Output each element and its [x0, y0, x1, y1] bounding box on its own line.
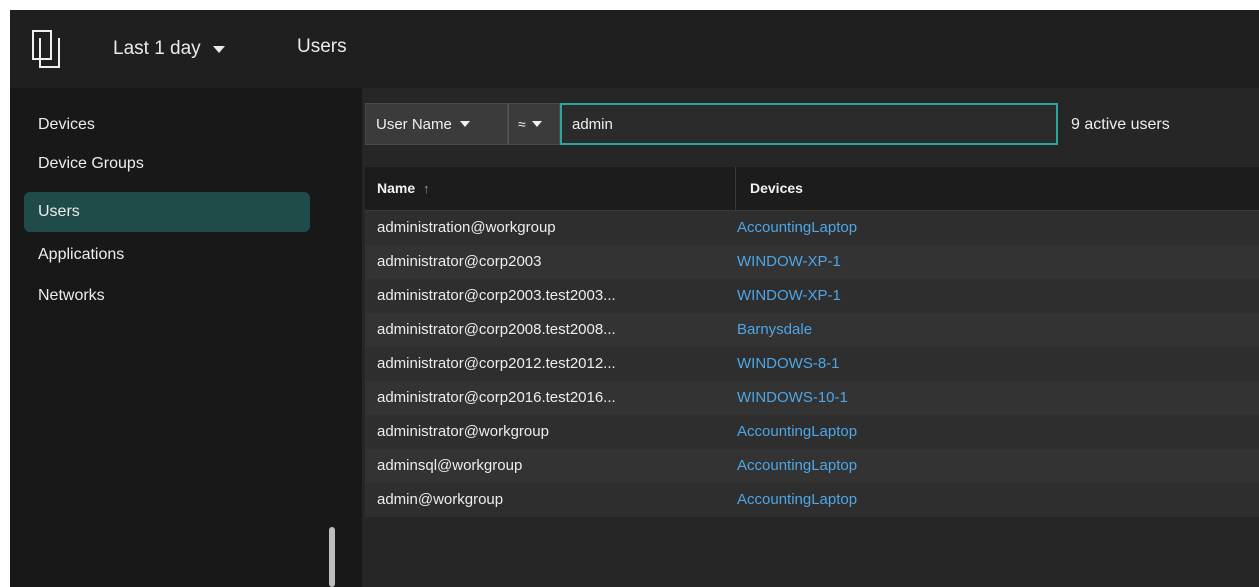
- device-link[interactable]: Barnysdale: [737, 313, 812, 347]
- sidebar-item-networks[interactable]: Networks: [24, 276, 310, 316]
- sidebar-item-label: Applications: [38, 246, 125, 263]
- user-name-cell: administrator@corp2008.test2008...: [377, 321, 616, 338]
- sidebar-item-label: Device Groups: [38, 155, 144, 172]
- sidebar-item-users[interactable]: Users: [24, 192, 310, 232]
- users-table: Name ↑ Devices administration@workgroup A…: [365, 167, 1259, 517]
- chevron-down-icon: [459, 121, 470, 127]
- column-header-label: Devices: [750, 180, 803, 196]
- table-row[interactable]: administrator@corp2003 WINDOW-XP-1: [365, 245, 1259, 279]
- device-link[interactable]: AccountingLaptop: [737, 415, 857, 449]
- filter-field-label: User Name: [376, 115, 452, 133]
- table-header: Name ↑ Devices: [365, 167, 1259, 211]
- table-row[interactable]: admin@workgroup AccountingLaptop: [365, 483, 1259, 517]
- sidebar-item-devices[interactable]: Devices: [24, 105, 310, 145]
- user-name-cell: administrator@corp2016.test2016...: [377, 389, 616, 406]
- table-row[interactable]: administrator@corp2003.test2003... WINDOW…: [365, 279, 1259, 313]
- user-name-cell: administrator@workgroup: [377, 423, 549, 440]
- page-title: Users: [297, 36, 347, 57]
- sort-ascending-icon: ↑: [423, 181, 430, 196]
- device-link[interactable]: WINDOW-XP-1: [737, 245, 841, 279]
- time-range-label: Last 1 day: [113, 38, 201, 59]
- table-row[interactable]: administrator@corp2008.test2008... Barnys…: [365, 313, 1259, 347]
- user-name-cell: administrator@corp2003.test2003...: [377, 287, 616, 304]
- user-name-cell: adminsql@workgroup: [377, 457, 523, 474]
- device-link[interactable]: WINDOW-XP-1: [737, 279, 841, 313]
- filter-field-select[interactable]: User Name: [365, 103, 508, 145]
- sidebar-item-applications[interactable]: Applications: [24, 235, 310, 275]
- device-link[interactable]: AccountingLaptop: [737, 449, 857, 483]
- user-name-cell: administration@workgroup: [377, 219, 556, 236]
- user-name-cell: administrator@corp2012.test2012...: [377, 355, 616, 372]
- column-header-devices[interactable]: Devices: [735, 167, 803, 210]
- search-input[interactable]: [560, 103, 1058, 145]
- table-row[interactable]: adminsql@workgroup AccountingLaptop: [365, 449, 1259, 483]
- sidebar-item-label: Users: [38, 203, 80, 220]
- table-row[interactable]: administrator@workgroup AccountingLaptop: [365, 415, 1259, 449]
- column-header-label: Name: [377, 180, 416, 196]
- chevron-down-icon: [531, 121, 542, 127]
- active-users-count: 9 active users: [1071, 116, 1170, 133]
- top-bar: Last 1 day Users: [10, 10, 1259, 88]
- filter-operator-select[interactable]: ≈: [508, 103, 560, 145]
- table-row[interactable]: administration@workgroup AccountingLaptop: [365, 211, 1259, 245]
- device-link[interactable]: WINDOWS-10-1: [737, 381, 848, 415]
- sidebar: Devices Device Groups Users Applications…: [10, 88, 362, 587]
- time-range-selector[interactable]: Last 1 day: [113, 36, 225, 62]
- device-link[interactable]: AccountingLaptop: [737, 211, 857, 245]
- sidebar-item-label: Networks: [38, 287, 105, 304]
- sidebar-scrollbar[interactable]: [329, 527, 335, 587]
- pages-logo-icon[interactable]: [32, 30, 60, 68]
- main-content: User Name ≈ 9 active users Name ↑ Device…: [362, 88, 1259, 587]
- table-row[interactable]: administrator@corp2012.test2012... WINDOW…: [365, 347, 1259, 381]
- chevron-down-icon: [212, 45, 225, 53]
- user-name-cell: administrator@corp2003: [377, 253, 542, 270]
- table-row[interactable]: administrator@corp2016.test2016... WINDOW…: [365, 381, 1259, 415]
- sidebar-item-device-groups[interactable]: Device Groups: [24, 144, 310, 184]
- column-header-name[interactable]: Name ↑: [377, 167, 722, 210]
- device-link[interactable]: WINDOWS-8-1: [737, 347, 840, 381]
- user-name-cell: admin@workgroup: [377, 491, 504, 508]
- sidebar-item-label: Devices: [38, 116, 95, 133]
- filter-operator-label: ≈: [518, 116, 526, 132]
- device-link[interactable]: AccountingLaptop: [737, 483, 857, 517]
